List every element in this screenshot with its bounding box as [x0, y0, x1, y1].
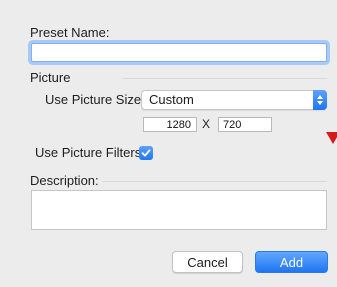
description-textarea[interactable] [31, 190, 327, 230]
picture-size-selected-value: Custom [149, 92, 194, 107]
picture-size-label: Use Picture Size: [45, 92, 145, 107]
preset-name-field[interactable] [31, 43, 327, 62]
description-heading: Description: [30, 173, 99, 188]
picture-section-heading: Picture [30, 70, 71, 85]
cancel-button[interactable]: Cancel [172, 251, 243, 273]
red-pointer-marker-icon [326, 132, 337, 144]
picture-width-field[interactable]: 1280 [143, 117, 197, 132]
add-button[interactable]: Add [255, 251, 328, 273]
description-section-divider [102, 181, 327, 182]
picture-section-divider [122, 78, 327, 79]
picture-size-select[interactable]: Custom [141, 90, 327, 110]
chevron-up-down-icon [313, 90, 327, 110]
picture-filters-label: Use Picture Filters: [35, 145, 145, 160]
picture-height-field[interactable]: 720 [218, 117, 272, 132]
dimension-separator: X [202, 117, 211, 131]
preset-name-label: Preset Name: [30, 25, 110, 40]
picture-filters-checkbox[interactable] [139, 146, 153, 160]
preset-dialog: { "preset_name": { "label": "Preset Name… [0, 0, 337, 287]
checkmark-icon [141, 149, 151, 157]
